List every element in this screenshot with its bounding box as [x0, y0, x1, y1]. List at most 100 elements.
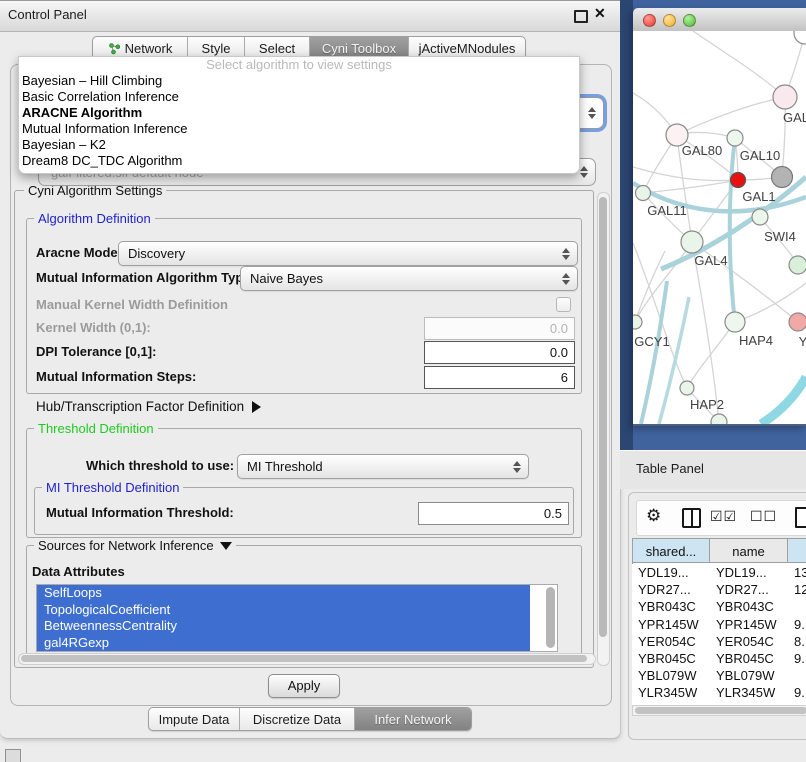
network-node[interactable]: [633, 315, 642, 329]
kernel-width-field[interactable]: 0.0: [424, 317, 575, 340]
tab-discretize-data[interactable]: Discretize Data: [239, 708, 354, 730]
settings-scrollbar[interactable]: [597, 192, 610, 666]
table-row[interactable]: YER054C YER054C 8.: [632, 633, 806, 650]
network-node[interactable]: [789, 256, 806, 274]
algorithm-option[interactable]: Mutual Information Inference: [19, 121, 579, 137]
network-node[interactable]: [680, 381, 694, 395]
close-traffic-light[interactable]: [643, 14, 656, 27]
column-header-name[interactable]: name: [710, 538, 788, 563]
unchecked-boxes-icon[interactable]: ☐☐: [750, 508, 777, 525]
cell-shared-name: YDR27...: [632, 581, 710, 598]
cell-name: YDL19...: [710, 564, 788, 581]
split-columns-icon[interactable]: [682, 508, 701, 528]
network-node[interactable]: [727, 130, 743, 146]
apply-button[interactable]: Apply: [268, 674, 340, 698]
dropdown-placeholder: Select algorithm to view settings: [19, 57, 579, 73]
data-attribute-item[interactable]: BetweennessCentrality: [37, 618, 530, 635]
data-attribute-item[interactable]: TopologicalCoefficient: [37, 602, 530, 619]
table-row[interactable]: YBR045C YBR045C 9.: [632, 650, 806, 667]
network-node[interactable]: [772, 167, 793, 188]
float-window-icon[interactable]: [574, 10, 588, 23]
settings-scrollbar-thumb[interactable]: [599, 197, 607, 637]
sources-title-text: Sources for Network Inference: [38, 538, 214, 553]
tab-impute-data[interactable]: Impute Data: [149, 708, 239, 730]
algorithm-option[interactable]: Bayesian – K2: [19, 137, 579, 153]
which-threshold-combo[interactable]: MI Threshold: [237, 454, 529, 479]
file-icon[interactable]: [795, 507, 806, 528]
network-svg[interactable]: GALGAL80GAL10GAL1GAL11SWI4GAL4GCY1HAP4YH…: [633, 31, 806, 424]
manual-kernel-checkbox[interactable]: [556, 297, 571, 312]
network-node[interactable]: [752, 209, 768, 225]
tab-infer-network-label: Infer Network: [374, 712, 451, 727]
cell-name: YBR043C: [710, 598, 788, 615]
network-edge-thick: [761, 377, 806, 424]
table-row[interactable]: YPR145W YPR145W 9.: [632, 616, 806, 633]
table-row[interactable]: YBL079W YBL079W: [632, 667, 806, 684]
mi-type-value: Naive Bayes: [250, 271, 323, 286]
network-edge: [692, 242, 719, 422]
network-node[interactable]: [636, 186, 651, 201]
algorithm-option[interactable]: Bayesian – Hill Climbing: [19, 73, 579, 89]
network-node[interactable]: [773, 85, 797, 109]
cell-name: YLR345W: [710, 684, 788, 701]
tab-discretize-data-label: Discretize Data: [253, 712, 341, 727]
aracne-mode-combo[interactable]: Discovery: [118, 241, 578, 266]
stepper-icon: [588, 107, 596, 119]
network-node[interactable]: [681, 231, 703, 253]
stepper-icon: [513, 461, 521, 473]
minimize-traffic-light[interactable]: [663, 14, 676, 27]
table-row[interactable]: YLR345W YLR345W 9.: [632, 684, 806, 701]
network-node-label: HAP2: [690, 397, 724, 412]
network-node[interactable]: [731, 173, 746, 188]
checked-boxes-icon[interactable]: ☑☑: [710, 508, 737, 525]
table-hscrollbar[interactable]: [632, 705, 806, 716]
algorithm-option[interactable]: ARACNE Algorithm: [19, 105, 579, 121]
kernel-width-label: Kernel Width (0,1):: [36, 320, 151, 335]
cell-name: YER054C: [710, 633, 788, 650]
table-body[interactable]: YDL19... YDL19... 13 YDR27... YDR27... 1…: [632, 564, 806, 705]
cell-name: YBR045C: [710, 650, 788, 667]
threshold-definition-title: Threshold Definition: [34, 421, 158, 436]
panel-gripper-icon[interactable]: [5, 749, 21, 762]
table-row[interactable]: YBR043C YBR043C: [632, 598, 806, 615]
network-node[interactable]: [711, 414, 727, 424]
gear-icon[interactable]: ⚙: [646, 506, 661, 526]
stepper-icon: [562, 248, 570, 260]
sources-group-title[interactable]: Sources for Network Inference: [34, 538, 236, 553]
table-row[interactable]: YDR27... YDR27... 12: [632, 581, 806, 598]
algorithm-option[interactable]: Dream8 DC_TDC Algorithm: [19, 153, 579, 169]
cell-name: YBL079W: [710, 667, 788, 684]
aracne-mode-value: Discovery: [128, 246, 185, 261]
network-node[interactable]: [789, 313, 806, 331]
dpi-tolerance-field[interactable]: 0.0: [424, 341, 575, 364]
mi-threshold-field[interactable]: 0.5: [418, 502, 569, 525]
tab-infer-network[interactable]: Infer Network: [354, 708, 471, 730]
settings-hscrollbar[interactable]: [18, 653, 596, 665]
table-row[interactable]: YDL19... YDL19... 13: [632, 564, 806, 581]
cell-value: [788, 598, 806, 615]
close-icon[interactable]: ✕: [594, 5, 606, 22]
table-hscrollbar-thumb[interactable]: [635, 707, 806, 714]
mi-steps-field[interactable]: 6: [424, 366, 575, 389]
column-header-shared[interactable]: shared...: [632, 538, 710, 563]
network-node[interactable]: [725, 312, 745, 332]
zoom-traffic-light[interactable]: [683, 14, 696, 27]
network-node-label: GAL11: [647, 203, 687, 218]
data-attribute-item[interactable]: SelfLoops: [37, 585, 530, 602]
network-edge: [693, 31, 785, 97]
network-window-titlebar[interactable]: [633, 8, 806, 32]
column-header-clipped[interactable]: [788, 538, 806, 563]
network-node-label: GAL: [783, 110, 806, 125]
network-node-label: GAL80: [682, 143, 722, 158]
data-attribute-item[interactable]: gal4RGexp: [37, 635, 530, 652]
data-attributes-list[interactable]: SelfLoops TopologicalCoefficient Between…: [36, 584, 558, 652]
mi-type-combo[interactable]: Naive Bayes: [240, 266, 578, 291]
network-node[interactable]: [794, 31, 806, 44]
hub-definition-toggle[interactable]: Hub/Transcription Factor Definition: [36, 399, 261, 414]
settings-hscrollbar-thumb[interactable]: [21, 655, 587, 662]
algorithm-option[interactable]: Basic Correlation Inference: [19, 89, 579, 105]
network-canvas[interactable]: GALGAL80GAL10GAL1GAL11SWI4GAL4GCY1HAP4YH…: [633, 31, 806, 424]
attributes-scrollbar-thumb[interactable]: [546, 587, 555, 648]
aracne-mode-label: Aracne Mode:: [36, 245, 122, 260]
cell-value: 13: [788, 564, 806, 581]
